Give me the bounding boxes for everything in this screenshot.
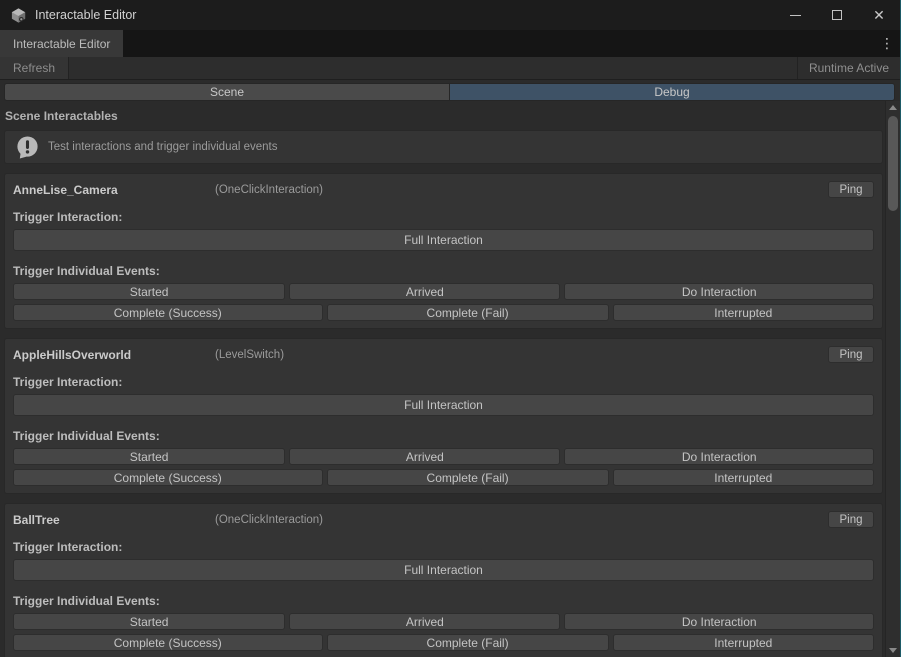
debug-tab-button[interactable]: Debug (449, 83, 895, 101)
interrupted-button[interactable]: Interrupted (613, 304, 874, 321)
editor-tabbar: Interactable Editor ⋮ (0, 30, 900, 57)
vertical-scrollbar[interactable] (885, 101, 900, 657)
trigger-interaction-label: Trigger Interaction: (13, 540, 874, 554)
scroll-up-button[interactable] (886, 101, 900, 114)
event-button-row: Complete (Success) Complete (Fail) Inter… (13, 304, 874, 321)
do-interaction-button[interactable]: Do Interaction (564, 613, 874, 630)
titlebar: Interactable Editor ✕ (0, 0, 900, 30)
close-icon: ✕ (873, 8, 885, 22)
minimize-icon (790, 15, 801, 16)
section-header: BallTree (OneClickInteraction) Ping (13, 511, 874, 528)
started-button[interactable]: Started (13, 613, 285, 630)
arrived-button[interactable]: Arrived (289, 283, 560, 300)
interactable-name: BallTree (13, 513, 215, 527)
arrow-up-icon (889, 105, 897, 110)
maximize-icon (832, 10, 842, 20)
complete-success-button[interactable]: Complete (Success) (13, 634, 323, 651)
unity-cube-icon (10, 7, 27, 24)
maximize-button[interactable] (816, 0, 858, 30)
toolbar: Refresh Runtime Active (0, 57, 900, 80)
scrollbar-track[interactable] (886, 114, 900, 644)
complete-success-button[interactable]: Complete (Success) (13, 469, 323, 486)
do-interaction-button[interactable]: Do Interaction (564, 283, 874, 300)
complete-success-button[interactable]: Complete (Success) (13, 304, 323, 321)
trigger-interaction-label: Trigger Interaction: (13, 375, 874, 389)
event-button-row: Complete (Success) Complete (Fail) Inter… (13, 634, 874, 651)
event-button-row: Started Arrived Do Interaction (13, 448, 874, 465)
arrived-button[interactable]: Arrived (289, 448, 560, 465)
event-button-row: Started Arrived Do Interaction (13, 613, 874, 630)
refresh-button[interactable]: Refresh (0, 57, 69, 79)
interactable-section-applehills-overworld: AppleHillsOverworld (LevelSwitch) Ping T… (4, 338, 883, 494)
runtime-active-status: Runtime Active (797, 57, 900, 79)
trigger-events-label: Trigger Individual Events: (13, 429, 874, 443)
interrupted-button[interactable]: Interrupted (613, 469, 874, 486)
event-button-row: Complete (Success) Complete (Fail) Inter… (13, 469, 874, 486)
info-bubble-icon (15, 135, 40, 160)
window-title: Interactable Editor (35, 8, 136, 22)
scene-interactables-heading: Scene Interactables (5, 109, 883, 124)
minimize-button[interactable] (774, 0, 816, 30)
complete-fail-button[interactable]: Complete (Fail) (327, 469, 609, 486)
tab-interactable-editor[interactable]: Interactable Editor (0, 30, 123, 57)
window-controls: ✕ (774, 0, 900, 30)
close-button[interactable]: ✕ (858, 0, 900, 30)
full-interaction-button[interactable]: Full Interaction (13, 394, 874, 416)
trigger-events-label: Trigger Individual Events: (13, 264, 874, 278)
tab-kebab-menu-icon[interactable]: ⋮ (874, 30, 900, 57)
do-interaction-button[interactable]: Do Interaction (564, 448, 874, 465)
section-header: AnneLise_Camera (OneClickInteraction) Pi… (13, 181, 874, 198)
complete-fail-button[interactable]: Complete (Fail) (327, 304, 609, 321)
section-header: AppleHillsOverworld (LevelSwitch) Ping (13, 346, 874, 363)
interactable-section-balltree: BallTree (OneClickInteraction) Ping Trig… (4, 503, 883, 657)
full-interaction-button[interactable]: Full Interaction (13, 559, 874, 581)
scrollbar-thumb[interactable] (888, 116, 898, 211)
interactable-type: (OneClickInteraction) (215, 514, 828, 526)
started-button[interactable]: Started (13, 448, 285, 465)
ping-button[interactable]: Ping (828, 511, 874, 528)
complete-fail-button[interactable]: Complete (Fail) (327, 634, 609, 651)
info-message: Test interactions and trigger individual… (48, 141, 278, 153)
interrupted-button[interactable]: Interrupted (613, 634, 874, 651)
event-button-row: Started Arrived Do Interaction (13, 283, 874, 300)
scene-tab-button[interactable]: Scene (4, 83, 449, 101)
scroll-area: Scene Interactables Test interactions an… (0, 101, 885, 657)
trigger-interaction-label: Trigger Interaction: (13, 210, 874, 224)
ping-button[interactable]: Ping (828, 181, 874, 198)
arrow-down-icon (889, 648, 897, 653)
interactable-editor-window: Interactable Editor ✕ Interactable Edito… (0, 0, 901, 657)
interactable-name: AnneLise_Camera (13, 183, 215, 197)
main-area: Scene Interactables Test interactions an… (0, 101, 900, 657)
interactable-type: (OneClickInteraction) (215, 184, 828, 196)
interactable-type: (LevelSwitch) (215, 349, 828, 361)
ping-button[interactable]: Ping (828, 346, 874, 363)
refresh-label: Refresh (13, 61, 55, 75)
scroll-down-button[interactable] (886, 644, 900, 657)
view-mode-tabs: Scene Debug (0, 80, 900, 101)
interactable-section-annelise-camera: AnneLise_Camera (OneClickInteraction) Pi… (4, 173, 883, 329)
full-interaction-button[interactable]: Full Interaction (13, 229, 874, 251)
arrived-button[interactable]: Arrived (289, 613, 560, 630)
interactable-name: AppleHillsOverworld (13, 348, 215, 362)
tab-label: Interactable Editor (13, 37, 110, 51)
started-button[interactable]: Started (13, 283, 285, 300)
info-helpbox: Test interactions and trigger individual… (4, 130, 883, 164)
trigger-events-label: Trigger Individual Events: (13, 594, 874, 608)
